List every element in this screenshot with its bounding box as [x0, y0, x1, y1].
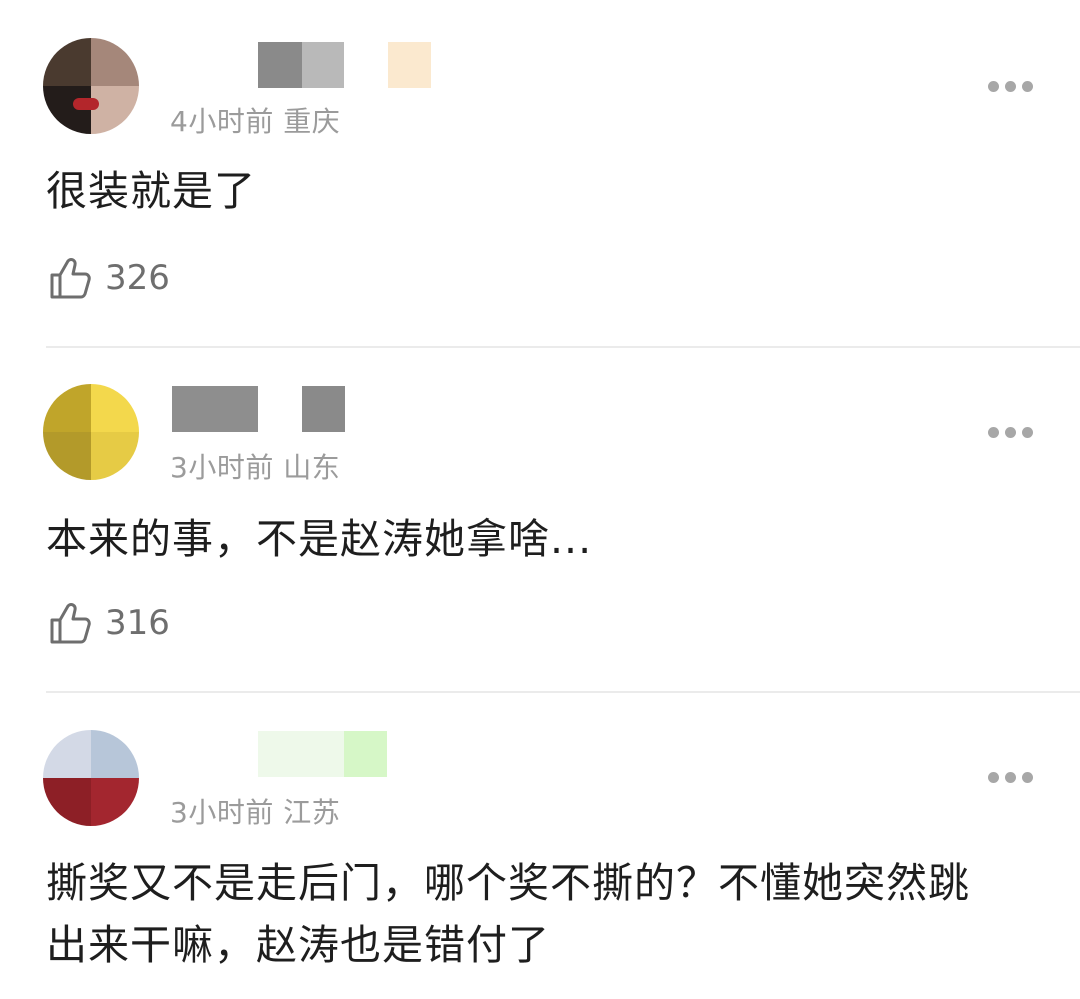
comment-location: 江苏 — [283, 796, 341, 829]
divider — [46, 691, 1080, 693]
username-blurred[interactable] — [172, 386, 347, 432]
avatar[interactable] — [43, 38, 139, 134]
username-blurred[interactable] — [258, 42, 433, 88]
more-dots-icon[interactable] — [988, 427, 1034, 439]
comment-meta: 3小时前 山东 — [170, 446, 340, 486]
like-count: 326 — [105, 258, 170, 298]
comment-meta: 3小时前 江苏 — [170, 791, 340, 831]
comment-time: 4小时前 — [170, 105, 274, 138]
comment-location: 重庆 — [283, 105, 341, 138]
comment-text: 撕奖又不是走后门，哪个奖不撕的？不懂她突然跳出来干嘛，赵涛也是错付了 — [46, 859, 970, 969]
thumbs-up-icon — [50, 258, 91, 299]
more-dots-icon[interactable] — [988, 81, 1034, 93]
like-count: 316 — [105, 603, 170, 643]
comment-time: 3小时前 — [170, 796, 274, 829]
like-button[interactable]: 326 — [48, 255, 188, 301]
avatar[interactable] — [43, 384, 139, 480]
comment-time: 3小时前 — [170, 451, 274, 484]
divider — [46, 346, 1080, 348]
username-blurred[interactable] — [258, 731, 388, 777]
like-button[interactable]: 316 — [48, 600, 188, 646]
comment-text: 本来的事，不是赵涛她拿啥... — [46, 515, 593, 563]
more-dots-icon[interactable] — [988, 772, 1034, 784]
thumbs-up-icon — [50, 603, 91, 644]
comment-text: 很装就是了 — [46, 167, 256, 215]
avatar[interactable] — [43, 730, 139, 826]
comment-meta: 4小时前 重庆 — [170, 100, 340, 140]
comment-location: 山东 — [283, 451, 341, 484]
